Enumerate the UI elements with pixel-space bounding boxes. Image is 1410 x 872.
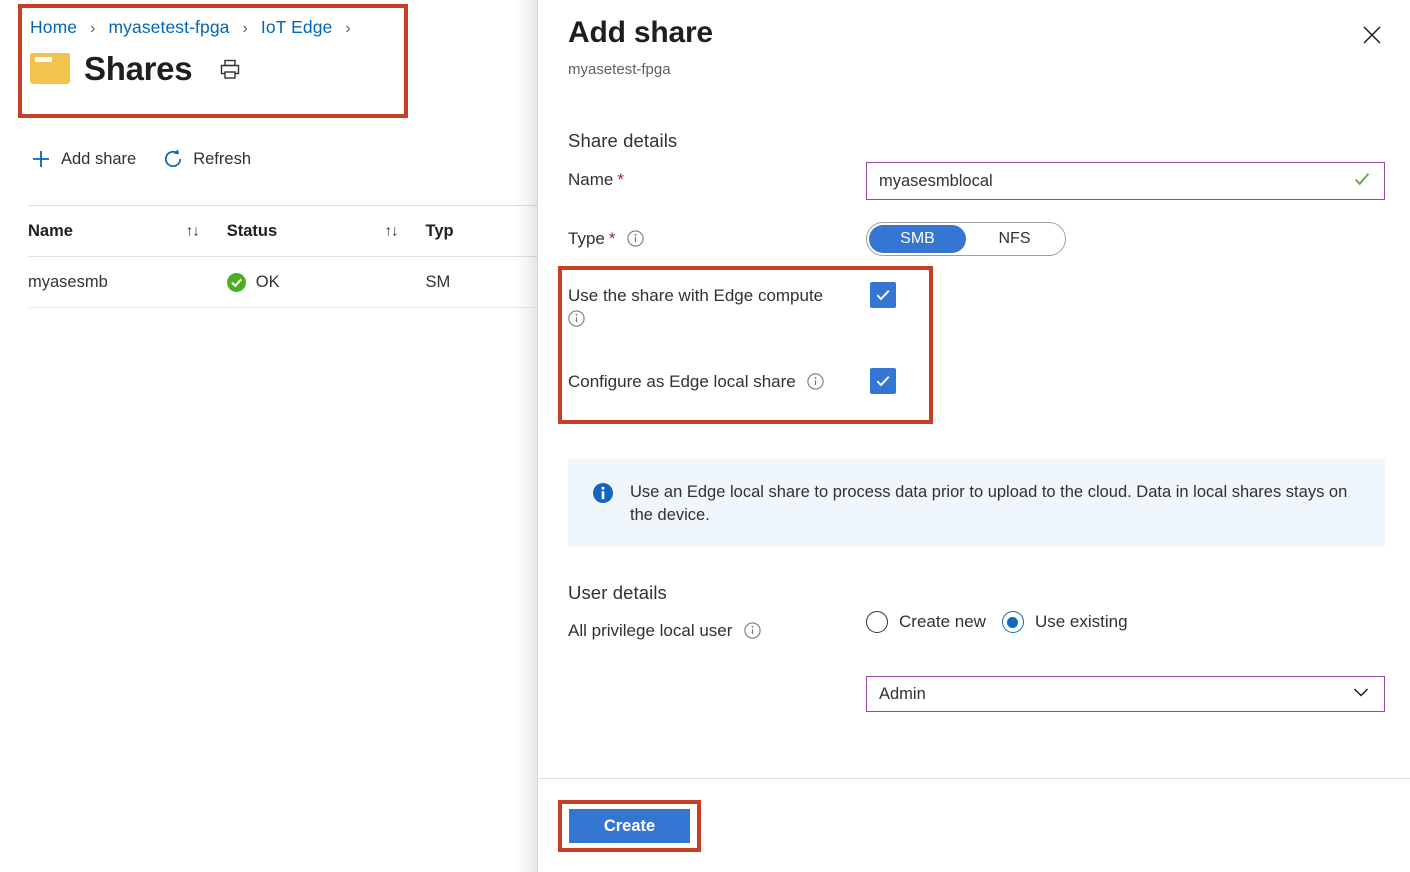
privilege-user-label-text: All privilege local user xyxy=(568,621,733,640)
column-header-status[interactable]: Status ↑↓ xyxy=(227,222,426,241)
required-marker: * xyxy=(617,170,624,189)
radio-use-existing-label: Use existing xyxy=(1034,612,1128,631)
radio-use-existing[interactable]: Use existing xyxy=(1001,611,1128,633)
command-bar: Add share Refresh xyxy=(30,148,251,170)
refresh-button[interactable]: Refresh xyxy=(162,148,251,170)
status-label: OK xyxy=(255,272,280,291)
create-button[interactable]: Create xyxy=(569,809,690,843)
edge-compute-checkbox[interactable] xyxy=(870,282,896,308)
info-icon[interactable] xyxy=(568,310,868,332)
breadcrumb-item-iot-edge[interactable]: IoT Edge xyxy=(261,17,333,37)
user-details-heading: User details xyxy=(568,582,667,603)
chevron-down-icon xyxy=(1350,681,1372,708)
required-marker: * xyxy=(608,229,616,248)
plus-icon xyxy=(30,148,52,170)
type-label-text: Type xyxy=(568,229,605,248)
printer-icon[interactable] xyxy=(218,57,242,81)
privilege-user-label: All privilege local user xyxy=(568,621,761,644)
info-icon[interactable] xyxy=(744,622,761,644)
radio-create-new-circle[interactable] xyxy=(866,611,888,633)
add-share-label: Add share xyxy=(61,149,137,168)
edge-compute-label-text: Use the share with Edge compute xyxy=(568,286,824,305)
type-toggle[interactable]: SMB NFS xyxy=(866,222,1066,256)
user-select-value: Admin xyxy=(879,684,926,703)
shares-table: Name ↑↓ Status ↑↓ Typ myasesmb OK SM xyxy=(28,205,538,308)
column-header-type-label: Typ xyxy=(425,221,454,240)
azure-portal-screen: Home › myasetest-fpga › IoT Edge › Share… xyxy=(0,0,1410,872)
close-button[interactable] xyxy=(1355,20,1389,54)
table-row[interactable]: myasesmb OK SM xyxy=(28,257,538,308)
edge-compute-checkbox-label: Use the share with Edge compute xyxy=(568,286,868,332)
page-title-row: Shares xyxy=(30,52,242,85)
user-select[interactable]: Admin xyxy=(866,676,1385,712)
breadcrumb-item-device[interactable]: myasetest-fpga xyxy=(108,17,229,37)
info-icon[interactable] xyxy=(627,230,644,252)
name-field-label: Name * xyxy=(568,170,624,190)
footer-divider xyxy=(538,778,1410,779)
refresh-icon xyxy=(162,148,184,170)
green-check-icon xyxy=(1352,169,1372,194)
edge-local-share-label-text: Configure as Edge local share xyxy=(568,372,796,391)
column-header-status-label: Status xyxy=(226,221,278,240)
page-title: Shares xyxy=(84,50,193,87)
name-input[interactable]: myasesmblocal xyxy=(866,162,1385,200)
breadcrumb-separator-icon: › xyxy=(90,20,96,37)
refresh-label: Refresh xyxy=(193,149,251,168)
type-option-nfs[interactable]: NFS xyxy=(966,225,1063,253)
table-header-row: Name ↑↓ Status ↑↓ Typ xyxy=(28,205,538,257)
breadcrumb-separator-icon: › xyxy=(242,20,248,37)
info-banner: Use an Edge local share to process data … xyxy=(568,459,1385,547)
user-mode-radio-group: Create new Use existing xyxy=(866,611,1128,633)
panel-title: Add share xyxy=(568,16,713,49)
add-share-panel: Add share myasetest-fpga Share details N… xyxy=(537,0,1410,872)
edge-local-share-checkbox[interactable] xyxy=(870,368,896,394)
panel-header: Add share myasetest-fpga xyxy=(538,0,1410,96)
radio-use-existing-circle[interactable] xyxy=(1001,611,1024,633)
check-circle-icon xyxy=(226,272,246,292)
panel-shadow xyxy=(512,0,538,872)
breadcrumb-separator-icon: › xyxy=(345,20,351,37)
info-banner-text: Use an Edge local share to process data … xyxy=(630,483,1348,525)
panel-subtitle: myasetest-fpga xyxy=(568,61,671,78)
breadcrumb-item-home[interactable]: Home xyxy=(30,17,77,37)
add-share-button[interactable]: Add share xyxy=(30,148,136,170)
breadcrumb: Home › myasetest-fpga › IoT Edge › xyxy=(30,17,359,38)
sort-icon[interactable]: ↑↓ xyxy=(385,223,399,240)
cell-share-name: myasesmb xyxy=(28,272,108,291)
info-icon[interactable] xyxy=(807,373,825,395)
cell-status: OK xyxy=(226,272,426,292)
info-filled-icon xyxy=(592,482,614,504)
column-header-name[interactable]: Name ↑↓ xyxy=(28,222,227,241)
edge-local-share-checkbox-label: Configure as Edge local share xyxy=(568,372,825,395)
type-field-label: Type * xyxy=(568,229,644,252)
shares-blade: Home › myasetest-fpga › IoT Edge › Share… xyxy=(0,0,538,872)
radio-create-new[interactable]: Create new xyxy=(866,611,986,633)
sort-icon[interactable]: ↑↓ xyxy=(186,223,200,240)
name-input-value: myasesmblocal xyxy=(879,171,993,190)
folder-icon xyxy=(30,53,70,84)
type-option-smb[interactable]: SMB xyxy=(869,225,966,253)
name-label-text: Name xyxy=(568,170,614,189)
share-details-heading: Share details xyxy=(568,130,678,151)
column-header-name-label: Name xyxy=(28,221,73,240)
close-icon xyxy=(1361,24,1383,51)
radio-create-new-label: Create new xyxy=(899,612,986,631)
